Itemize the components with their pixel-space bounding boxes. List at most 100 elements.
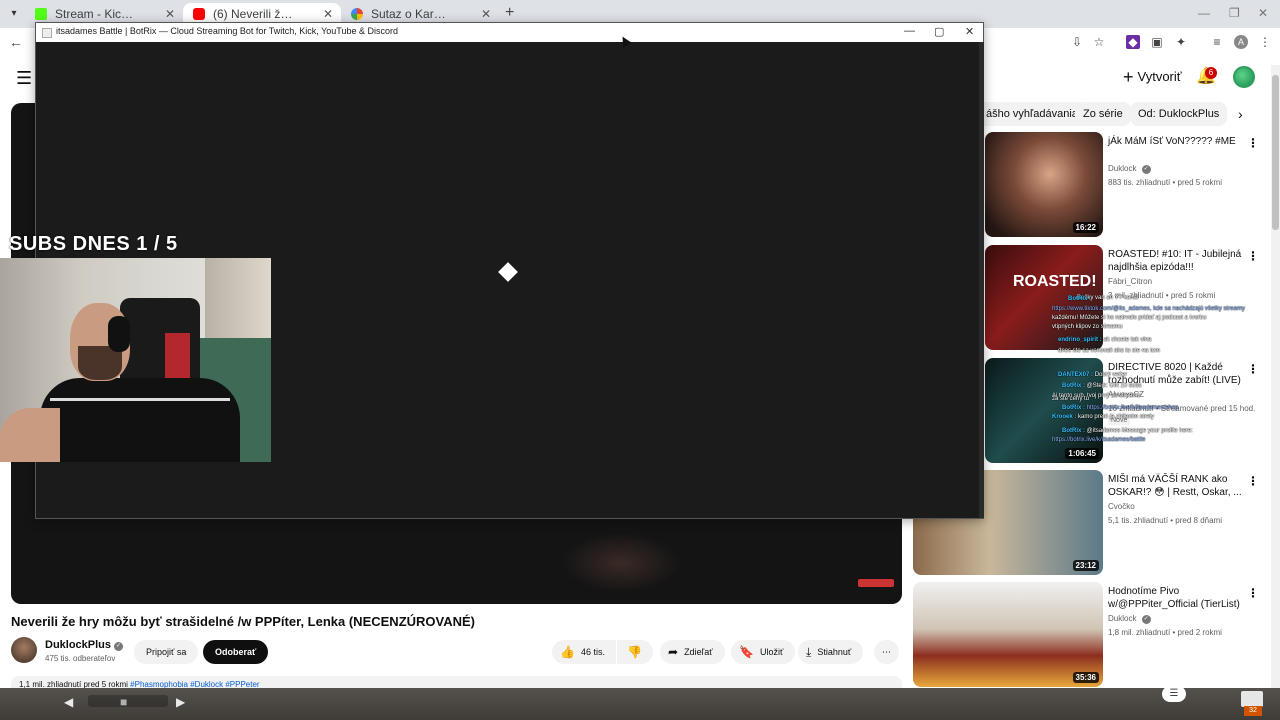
more-actions-button[interactable]: ⋯ (874, 640, 899, 664)
chat-message: BotRix : @itsadames Message your profile… (1062, 428, 1193, 434)
extension-icon[interactable]: ▣ (1150, 35, 1164, 49)
extension-icon[interactable]: ◆ (1126, 35, 1140, 49)
close-window-icon[interactable]: ✕ (1258, 6, 1268, 20)
chat-message: vtipných klipov zo streamu (1052, 324, 1123, 330)
thumbnail-text: ROASTED! (1013, 273, 1097, 290)
profile-avatar[interactable]: A (1234, 35, 1248, 49)
chat-message: https://botrix.live/k/itsadames/battle (1052, 437, 1146, 443)
hamburger-menu-icon[interactable]: ☰ (16, 68, 32, 89)
install-app-icon[interactable]: ⇩ (1070, 35, 1084, 49)
like-button[interactable]: 👍 46 tis. (552, 640, 616, 664)
new-tab-button[interactable]: + (505, 4, 514, 22)
chat-message: Krooek : kamo pretó ja zhlienim strely (1052, 414, 1155, 420)
chat-message: BotRix : (1068, 296, 1091, 302)
recommended-channel[interactable]: Duklock ✓ (1108, 614, 1151, 624)
media-controls-icon[interactable]: ≡ (1210, 35, 1224, 49)
taskbar: ◀ ■ ▶ (0, 688, 1280, 720)
verified-check-icon: ✓ (1141, 165, 1151, 174)
recommended-title[interactable]: Hodnotíme Pivo w/@PPPiter_Official (Tier… (1108, 585, 1248, 611)
recommended-channel[interactable]: Duklock ✓ (1108, 164, 1151, 174)
channel-name[interactable]: DuklockPlus ✓ (45, 639, 124, 651)
more-vertical-icon[interactable]: ⋮ (1247, 136, 1259, 150)
chat-message: BotRix : @Stejk: Gift 10 subs (1062, 383, 1142, 389)
recommended-title[interactable]: ROASTED! #10: IT - Jubilejná najdlhšia e… (1108, 248, 1248, 274)
create-button[interactable]: + Vytvoriť (1115, 64, 1192, 90)
channel-avatar[interactable] (11, 637, 37, 663)
subs-counter: SUBS DNES 1 / 5 (9, 233, 178, 255)
puzzle-extensions-icon[interactable]: ✦ (1174, 35, 1188, 49)
chat-message: https://www.tiktok.com/@its_adames, kde … (1052, 306, 1245, 312)
maximize-icon[interactable]: ▢ (934, 25, 944, 38)
minimize-icon[interactable]: — (1198, 6, 1210, 20)
more-vertical-icon[interactable]: ⋮ (1247, 474, 1259, 488)
loading-diamond-icon (498, 262, 518, 282)
recommended-meta: 1,8 mil. zhliadnutí • pred 2 rokmi (1108, 628, 1222, 637)
chat-message: DANTEX07 : Dobrý večer (1058, 372, 1128, 378)
video-duration: 35:36 (1072, 672, 1099, 683)
previous-icon[interactable]: ◀ (64, 695, 73, 709)
chip-from-search[interactable]: ášho vyhľadávania (978, 102, 1086, 126)
video-frame-detail (561, 533, 681, 593)
dislike-button[interactable]: 👎 (617, 640, 653, 664)
chevron-right-icon[interactable]: › (1238, 106, 1243, 122)
verified-check-icon: ✓ (114, 642, 124, 651)
media-seek-area[interactable] (88, 695, 168, 707)
popup-title: itsadames Battle | BotRix — Cloud Stream… (56, 26, 398, 36)
save-button[interactable]: 🔖 Uložiť (731, 640, 796, 664)
popup-titlebar[interactable]: itsadames Battle | BotRix — Cloud Stream… (36, 23, 983, 42)
recommended-channel[interactable]: Cvočko (1108, 502, 1135, 511)
video-title: Neverili že hry môžu byť strašidelné /w … (11, 614, 476, 629)
tray-menu-icon[interactable]: ☰ (1162, 686, 1186, 702)
minimize-icon[interactable]: — (904, 25, 915, 37)
back-arrow-icon[interactable]: ← (9, 34, 23, 50)
account-avatar[interactable] (1233, 66, 1255, 88)
download-button[interactable]: ⤓ Stiahnuť (798, 640, 864, 664)
chat-message: každému! Môžete si ho natrvalo pridať aj… (1052, 315, 1207, 321)
close-icon[interactable]: ✕ (965, 25, 974, 38)
download-icon: ⤓ (806, 645, 812, 659)
more-vertical-icon[interactable]: ⋮ (1247, 249, 1259, 263)
page-scrollbar-thumb[interactable] (1272, 75, 1279, 230)
video-thumbnail[interactable]: 35:36 (913, 582, 1103, 687)
video-duration: 23:12 (1072, 560, 1099, 571)
video-thumbnail[interactable]: 16:22 (985, 132, 1103, 237)
recommended-video[interactable]: 16:22 jÁk MáM íSť VoN????? #ME Duklock ✓… (985, 132, 1275, 237)
video-duration: 16:22 (1072, 222, 1099, 233)
thumbs-down-icon: 👎 (627, 645, 642, 659)
google-favicon-icon (351, 8, 363, 20)
recommended-title[interactable]: jÁk MáM íSť VoN????? #ME (1108, 135, 1248, 148)
subscribe-button[interactable]: Odoberať (203, 640, 269, 664)
video-duration: 1:06:45 (1065, 448, 1099, 459)
chat-message: BotRix : https://botrix.live/k/itsadames… (1062, 405, 1179, 411)
channel-subscriber-count: 475 tis. odberateľov (45, 654, 116, 663)
notification-count-badge: 6 (1205, 67, 1217, 79)
recommended-title[interactable]: MIŠI má VÄČŠÍ RANK ako OSKAR!? 😳 | Restt… (1108, 473, 1248, 499)
more-horizontal-icon: ⋯ (882, 647, 891, 657)
share-icon: ➦ (668, 645, 679, 659)
bookmark-icon: 🔖 (739, 645, 754, 659)
webcam-feed (0, 258, 271, 462)
play-icon[interactable]: ▶ (176, 695, 185, 709)
channel-watermark-icon (858, 579, 894, 587)
chip-from-channel[interactable]: Od: DuklockPlus (1130, 102, 1228, 126)
chat-message: endrino_spirit : ak chcete tak vlna (1058, 337, 1152, 343)
chat-message: dnes ste sa venovali ako to ste na tom (1058, 348, 1161, 354)
bookmark-star-icon[interactable]: ☆ (1092, 35, 1106, 49)
more-vertical-icon[interactable]: ⋮ (1247, 586, 1259, 600)
more-vertical-icon[interactable]: ⋮ (1247, 362, 1259, 376)
recommended-video[interactable]: 35:36 Hodnotíme Pivo w/@PPPiter_Official… (913, 582, 1275, 687)
chrome-menu-icon[interactable]: ⋮ (1258, 35, 1272, 49)
join-button[interactable]: Pripojiť sa (134, 640, 199, 664)
chat-message: za ste ceny tu (1052, 396, 1090, 402)
recommended-channel[interactable]: Fábri_Citron (1108, 277, 1152, 286)
popup-scrollbar[interactable] (979, 42, 984, 518)
page-icon (42, 28, 52, 38)
tab-search-dropdown-icon[interactable]: ▾ (6, 6, 22, 22)
mail-count-badge: 32 (1244, 706, 1262, 716)
share-button[interactable]: ➦ Zdieľať (660, 640, 725, 664)
recommended-meta: 5,1 tis. zhliadnutí • pred 8 dňami (1108, 516, 1222, 525)
chip-from-series[interactable]: Zo série (1075, 102, 1131, 126)
restore-icon[interactable]: ❐ (1229, 6, 1240, 20)
mail-icon[interactable] (1241, 691, 1263, 707)
plus-icon: + (1123, 67, 1134, 87)
